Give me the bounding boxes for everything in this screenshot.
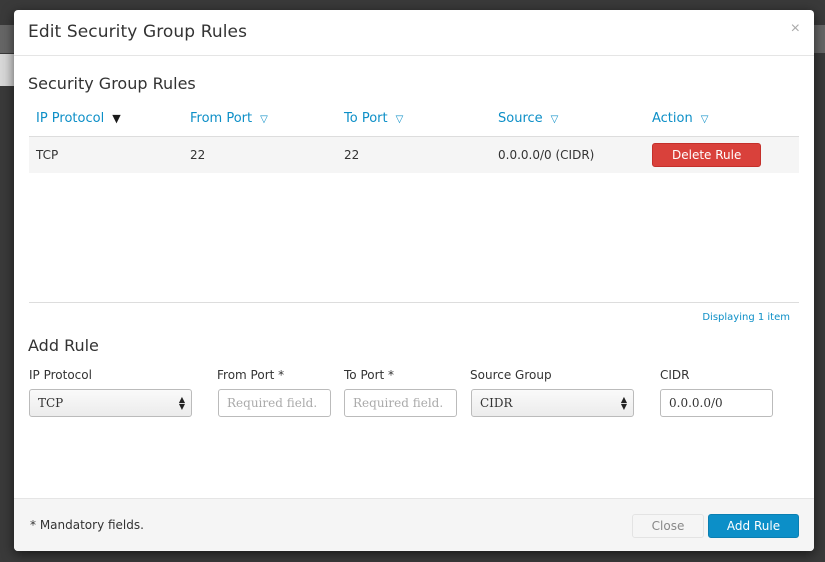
column-header-label: Action <box>652 111 693 127</box>
ip-protocol-value: TCP <box>38 396 64 410</box>
sort-icon: ▽ <box>260 114 268 126</box>
column-header-label: IP Protocol <box>36 111 105 127</box>
sort-desc-icon: ▼ <box>112 112 121 126</box>
background-panel <box>0 54 14 86</box>
modal-footer: * Mandatory fields. Close Add Rule <box>14 498 814 551</box>
rules-section-title: Security Group Rules <box>28 74 196 93</box>
to-port-label: To Port * <box>344 368 395 382</box>
select-arrows-icon: ▲ ▼ <box>620 395 627 411</box>
rules-table: IP Protocol ▼ From Port ▽ To Port ▽ Source ▽… <box>29 102 799 173</box>
sort-icon: ▽ <box>700 114 709 126</box>
source-group-value: CIDR <box>480 396 513 410</box>
column-header-label: From Port <box>190 111 253 127</box>
edit-security-group-rules-dialog: Edit Security Group Rules × Security Gro… <box>14 10 814 551</box>
to-port-input[interactable]: Required field. <box>344 389 457 417</box>
cell-protocol: TCP <box>29 136 183 173</box>
sort-icon: ▽ <box>550 114 559 126</box>
table-header-row: IP Protocol ▼ From Port ▽ To Port ▽ Source ▽… <box>29 102 799 137</box>
add-rule-button[interactable]: Add Rule <box>708 514 799 538</box>
column-header-source[interactable]: Source ▽ <box>491 102 645 137</box>
background-panel <box>0 25 14 53</box>
column-header-to-port[interactable]: To Port ▽ <box>337 102 491 137</box>
cidr-input[interactable]: 0.0.0.0/0 <box>660 389 773 417</box>
column-header-label: Source <box>498 111 543 127</box>
ip-protocol-select[interactable]: TCP ▲ ▼ <box>29 389 192 417</box>
from-port-input[interactable]: Required field. <box>218 389 331 417</box>
ip-protocol-label: IP Protocol <box>29 368 92 382</box>
column-header-from-port[interactable]: From Port ▽ <box>183 102 337 137</box>
modal-title: Edit Security Group Rules <box>28 22 248 42</box>
delete-rule-button[interactable]: Delete Rule <box>652 142 762 167</box>
cell-source: 0.0.0.0/0 (CIDR) <box>491 136 645 173</box>
table-row: TCP 22 22 0.0.0.0/0 (CIDR) Delete Rule <box>29 136 799 173</box>
mandatory-fields-note: * Mandatory fields. <box>30 518 144 532</box>
source-group-select[interactable]: CIDR ▲ ▼ <box>471 389 634 417</box>
close-button[interactable]: Close <box>632 514 704 538</box>
column-header-ip-protocol[interactable]: IP Protocol ▼ <box>29 102 183 137</box>
add-rule-section-title: Add Rule <box>28 336 99 355</box>
column-header-action[interactable]: Action ▽ <box>645 102 799 137</box>
table-footer-divider <box>29 302 799 303</box>
cell-from-port: 22 <box>183 136 337 173</box>
column-header-label: To Port <box>344 111 388 127</box>
from-port-label: From Port * <box>217 368 285 382</box>
select-arrows-icon: ▲ ▼ <box>178 395 185 411</box>
cell-to-port: 22 <box>337 136 491 173</box>
source-group-label: Source Group <box>470 368 552 382</box>
modal-header: Edit Security Group Rules × <box>14 10 814 56</box>
sort-icon: ▽ <box>395 114 404 126</box>
cell-action: Delete Rule <box>645 136 799 173</box>
item-count: Displaying 1 item <box>702 312 790 323</box>
close-icon[interactable]: × <box>791 20 800 38</box>
cidr-label: CIDR <box>660 368 690 382</box>
